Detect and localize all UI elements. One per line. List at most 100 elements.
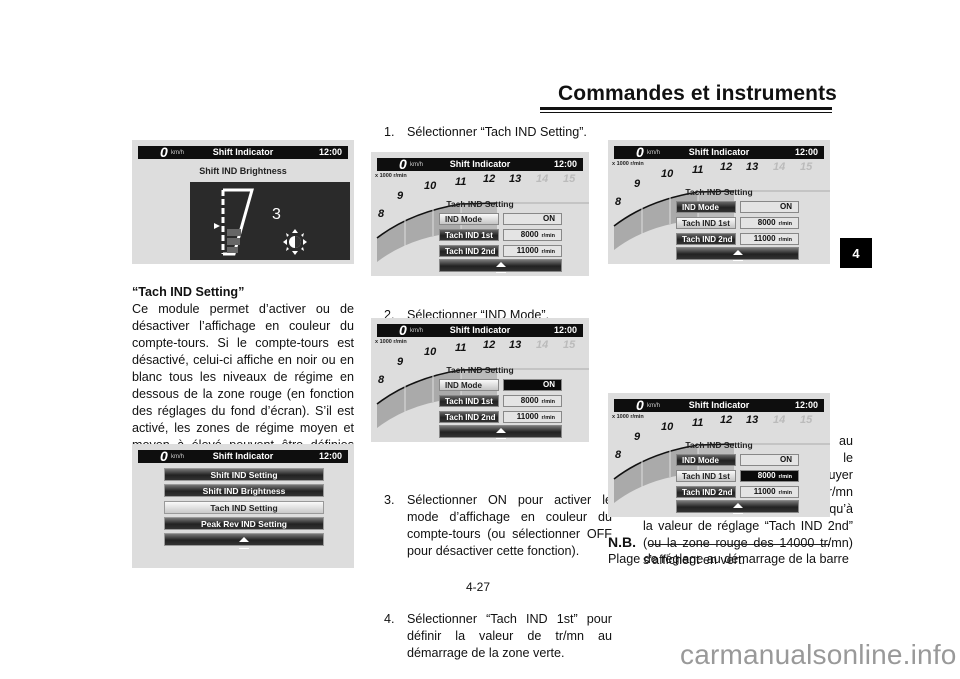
tach-setting-title: Tach IND Setting — [446, 199, 514, 209]
tach-tick-label: 12 — [483, 173, 496, 185]
menu-back-button[interactable] — [164, 533, 324, 549]
tach-row-label[interactable]: IND Mode — [439, 213, 499, 225]
tach-row-value[interactable]: 11000 r/min — [503, 245, 562, 257]
screen-topbar: 0 km/h Shift Indicator 12:00 — [138, 448, 348, 464]
tach-tick-label: 13 — [746, 161, 759, 173]
level-pointer-icon — [214, 223, 220, 229]
eject-up-icon — [239, 534, 249, 549]
clock: 12:00 — [318, 451, 342, 461]
tach-setting-title: Tach IND Setting — [685, 440, 753, 450]
screen-title: Shift Indicator — [212, 451, 274, 461]
row-unit: r/min — [541, 233, 555, 239]
tach-row-value[interactable]: ON — [740, 201, 799, 213]
row-unit: r/min — [778, 221, 792, 227]
tach-back-button[interactable] — [439, 259, 562, 273]
tach-row-value[interactable]: 11000 r/min — [740, 233, 799, 245]
level-segment — [227, 238, 240, 245]
tach-tick-label: 13 — [509, 339, 522, 351]
tach-tick-label: 12 — [483, 339, 496, 351]
screen-tach-1: 0 km/h Shift Indicator 12:00 x 1000 r/mi… — [371, 152, 589, 276]
tach-row-label[interactable]: Tach IND 2nd — [439, 245, 499, 257]
level-segment — [227, 247, 238, 253]
tach-row-value[interactable]: 8000 r/min — [740, 217, 799, 229]
tach-row-label[interactable]: Tach IND 1st — [676, 470, 736, 482]
tach-row-value[interactable]: ON — [503, 213, 562, 225]
tach-tick-label: 11 — [455, 176, 467, 188]
brightness-level: 3 — [272, 206, 281, 223]
header-rule — [540, 107, 832, 110]
tach-row-value[interactable]: 8000 r/min — [740, 470, 799, 482]
tach-tick-label: 10 — [424, 180, 437, 192]
chapter-tab: 4 — [840, 238, 872, 268]
tach-row-label[interactable]: IND Mode — [676, 201, 736, 213]
step-1: 1. Sélectionner “Tach IND Setting”. — [384, 125, 587, 139]
tach-tick-label: 8 — [378, 208, 385, 220]
row-unit: r/min — [778, 237, 792, 243]
menu-item-shift-ind-brightness[interactable]: Shift IND Brightness — [164, 484, 324, 497]
menu-item-peak-rev-ind-setting[interactable]: Peak Rev IND Setting — [164, 517, 324, 530]
tach-tick-label: 8 — [615, 449, 622, 461]
tach-tick-label: 14 — [773, 414, 786, 426]
tach-tick-label: 14 — [773, 161, 786, 173]
tach-tick-label: 11 — [455, 342, 467, 354]
screen-menu: 0 km/h Shift Indicator 12:00 Shift IND S… — [132, 444, 354, 568]
tach-tick-label: 15 — [800, 161, 813, 173]
note-label: N.B. — [608, 534, 636, 550]
tach-row-label[interactable]: Tach IND 1st — [676, 217, 736, 229]
header-rule-thin — [540, 112, 832, 113]
tach-tick-label: 15 — [563, 339, 576, 351]
clock: 12:00 — [318, 147, 342, 157]
tach-tick-label: 10 — [424, 346, 437, 358]
tach-tick-label: 13 — [509, 173, 522, 185]
tach-row-label[interactable]: Tach IND 2nd — [676, 233, 736, 245]
screen-title: Shift Indicator — [212, 147, 274, 157]
page-header-title: Commandes et instruments — [558, 82, 837, 105]
step-4: 4. Sélectionner “Tach IND 1st” pour défin… — [384, 612, 612, 660]
tach-row-value[interactable]: 8000 r/min — [503, 229, 562, 241]
screen-brightness: 0 km/h Shift Indicator 12:00 Shift IND B… — [132, 140, 354, 264]
tach-tick-label: 15 — [563, 173, 576, 185]
tach-setting-title: Tach IND Setting — [685, 187, 753, 197]
tach-row-value[interactable]: ON — [740, 454, 799, 466]
section-title: “Tach IND Setting” — [132, 285, 245, 299]
tach-row-label[interactable]: Tach IND 1st — [439, 395, 499, 407]
screen-tach-3: 0 km/h Shift Indicator 12:00 x 1000 r/mi… — [608, 140, 830, 264]
brightness-panel: 3 — [190, 182, 350, 260]
tach-row-label[interactable]: Tach IND 2nd — [676, 486, 736, 498]
eject-up-icon — [732, 248, 743, 261]
menu-item-shift-ind-setting[interactable]: Shift IND Setting — [164, 468, 324, 481]
tach-row-value[interactable]: 11000 r/min — [503, 411, 562, 423]
row-unit: r/min — [778, 490, 792, 496]
brightness-gauge[interactable] — [190, 182, 350, 260]
tach-back-button[interactable] — [676, 500, 799, 514]
tach-back-button[interactable] — [676, 247, 799, 261]
tach-tick-label: 12 — [720, 161, 733, 173]
watermark: carmanualsonline.info — [680, 639, 957, 670]
tach-row-label[interactable]: Tach IND 2nd — [439, 411, 499, 423]
tach-row-label[interactable]: IND Mode — [676, 454, 736, 466]
brightness-subtitle: Shift IND Brightness — [199, 166, 287, 176]
tach-row-value[interactable]: 11000 r/min — [740, 486, 799, 498]
tach-back-button[interactable] — [439, 425, 562, 439]
screen-topbar: 0 km/h Shift Indicator 12:00 — [138, 144, 348, 160]
tach-row-value[interactable]: 8000 r/min — [503, 395, 562, 407]
tach-tick-label: 10 — [661, 421, 674, 433]
eject-up-icon — [732, 501, 743, 514]
tach-tick-label: 12 — [720, 414, 733, 426]
tach-tick-label: 15 — [800, 414, 813, 426]
level-segment — [227, 229, 241, 236]
tach-row-label[interactable]: IND Mode — [439, 379, 499, 391]
tach-tick-label: 14 — [536, 339, 549, 351]
note-rule — [648, 544, 830, 545]
step-3: 3. Sélectionner ON pour activer le mode d… — [384, 493, 612, 558]
row-unit: r/min — [541, 415, 555, 421]
tach-tick-label: 11 — [692, 164, 704, 176]
screen-tach-2: 0 km/h Shift Indicator 12:00 x 1000 r/mi… — [371, 318, 589, 442]
tach-setting-title: Tach IND Setting — [446, 365, 514, 375]
menu-item-tach-ind-setting[interactable]: Tach IND Setting — [164, 501, 324, 514]
sun-icon — [283, 229, 307, 255]
tach-row-label[interactable]: Tach IND 1st — [439, 229, 499, 241]
tach-tick-label: 10 — [661, 168, 674, 180]
eject-up-icon — [495, 260, 506, 273]
tach-row-value[interactable]: ON — [503, 379, 562, 391]
